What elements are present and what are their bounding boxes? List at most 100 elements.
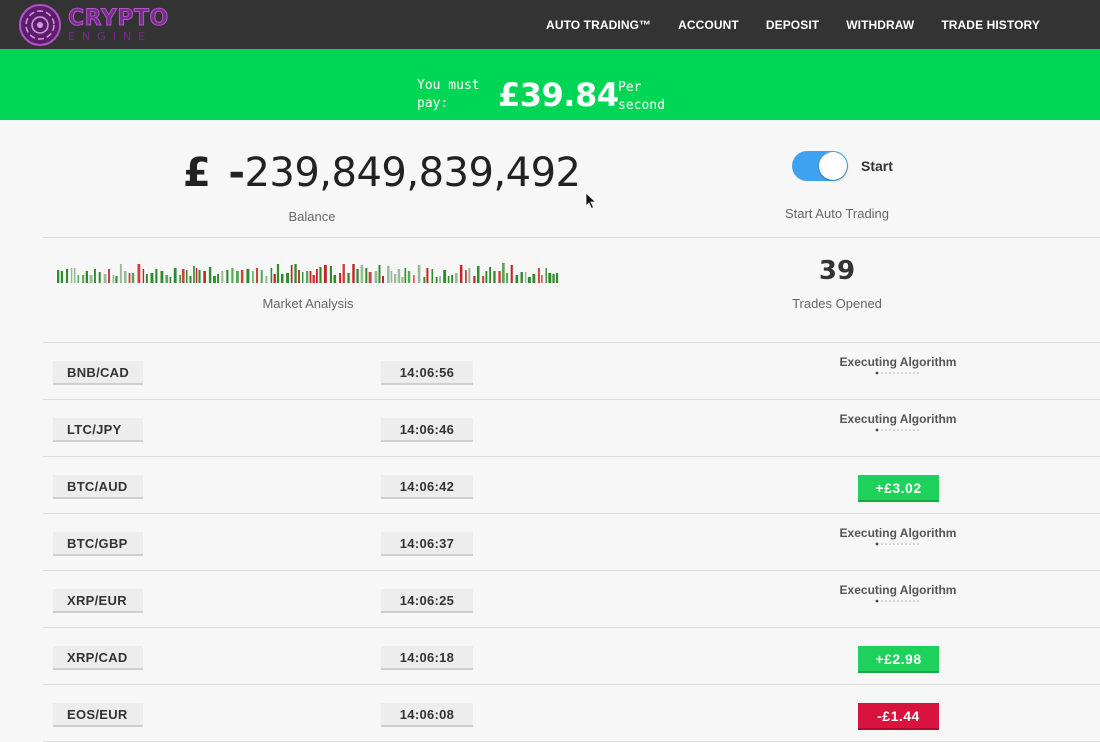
market-bar xyxy=(390,271,393,283)
trade-time: 14:06:42 xyxy=(381,475,473,499)
market-bar xyxy=(137,264,141,283)
menu-item-auto-trading[interactable]: AUTO TRADING™ xyxy=(546,18,651,32)
market-bar xyxy=(394,274,397,283)
market-bar xyxy=(312,275,315,283)
market-bar xyxy=(73,268,76,283)
market-bar xyxy=(498,271,501,283)
market-bar xyxy=(374,271,378,283)
market-bar xyxy=(502,263,505,283)
market-bar xyxy=(208,267,212,283)
balance-value-display: £ -239,849,839,492 xyxy=(183,150,581,196)
market-bar xyxy=(186,270,188,283)
market-bar xyxy=(181,269,185,283)
trades-opened-count: 39 xyxy=(818,256,856,286)
market-bar xyxy=(451,275,454,283)
market-bar xyxy=(165,275,169,283)
menu-item-withdraw[interactable]: WITHDRAW xyxy=(846,18,914,32)
menu-item-account[interactable]: ACCOUNT xyxy=(678,18,739,32)
loading-dots-icon xyxy=(875,599,919,603)
market-bar xyxy=(145,274,148,283)
banner-suffix: Per second xyxy=(618,80,665,113)
market-analysis-bars xyxy=(57,263,559,283)
menu-item-trade-history[interactable]: TRADE HISTORY xyxy=(941,18,1040,32)
balance-amount: 239,849,839,492 xyxy=(244,150,581,196)
market-bar xyxy=(70,268,73,283)
market-bar xyxy=(555,273,559,283)
market-bar xyxy=(276,264,280,283)
trade-row: BTC/AUD 14:06:42 +£3.02 xyxy=(43,457,1100,514)
market-bar xyxy=(510,265,513,283)
market-bar xyxy=(439,276,441,283)
market-bar xyxy=(309,271,312,283)
market-bar xyxy=(221,271,224,283)
trade-time: 14:06:08 xyxy=(381,703,473,727)
menu-item-deposit[interactable]: DEPOSIT xyxy=(766,18,819,32)
market-bar xyxy=(485,271,488,283)
trade-status-text: Executing Algorithm xyxy=(839,355,957,369)
toggle-label: Start xyxy=(861,158,893,174)
market-bar xyxy=(155,269,158,283)
market-bar xyxy=(329,266,332,283)
market-bar xyxy=(203,271,206,283)
trade-status: Executing Algorithm xyxy=(823,526,973,546)
market-bar xyxy=(319,267,322,283)
market-bar xyxy=(160,271,164,283)
auto-trading-toggle[interactable] xyxy=(792,151,848,181)
logo-title: CRYPTO xyxy=(68,6,169,31)
market-bar xyxy=(468,268,471,283)
market-bar xyxy=(404,268,407,283)
trade-result-badge: -£1.44 xyxy=(858,703,939,730)
trade-pair: XRP/EUR xyxy=(53,589,143,613)
market-bar xyxy=(477,266,480,283)
market-bar xyxy=(316,269,318,283)
loading-dots-icon xyxy=(875,542,919,546)
market-bar xyxy=(66,269,69,283)
market-bar xyxy=(455,273,458,283)
auto-trading-label: Start Auto Trading xyxy=(784,206,890,221)
pay-banner: You must pay: £39.84 Per second xyxy=(0,49,1100,120)
market-bar xyxy=(407,271,411,283)
market-bar xyxy=(413,275,415,283)
main-menu: AUTO TRADING™ ACCOUNT DEPOSIT WITHDRAW T… xyxy=(519,0,1040,49)
trade-status-text: Executing Algorithm xyxy=(839,526,957,540)
trade-status: Executing Algorithm xyxy=(823,583,973,603)
trade-time: 14:06:25 xyxy=(381,589,473,613)
market-bar xyxy=(443,270,447,283)
market-bar xyxy=(112,275,115,283)
market-bar xyxy=(378,265,381,283)
logo-subtitle: ENGINE xyxy=(68,30,153,43)
trade-row: BTC/GBP 14:06:37 Executing Algorithm xyxy=(43,514,1100,571)
banner-amount: £39.84 xyxy=(498,76,619,114)
market-bar xyxy=(356,269,359,283)
trade-pair: BTC/AUD xyxy=(53,475,143,499)
market-bar xyxy=(382,276,384,283)
market-bar xyxy=(179,275,181,283)
market-bar xyxy=(342,264,345,283)
trade-time: 14:06:56 xyxy=(381,361,473,385)
market-bar xyxy=(347,273,350,283)
market-bar xyxy=(226,270,229,283)
market-bar xyxy=(417,265,421,283)
top-nav: CRYPTO ENGINE AUTO TRADING™ ACCOUNT DEPO… xyxy=(0,0,1100,49)
logo[interactable]: CRYPTO ENGINE xyxy=(18,4,188,46)
market-bar xyxy=(431,269,434,283)
loading-dots-icon xyxy=(875,428,919,432)
market-bar xyxy=(198,270,201,283)
trade-status-text: Executing Algorithm xyxy=(839,412,957,426)
mouse-cursor-icon xyxy=(585,192,597,210)
trade-pair: EOS/EUR xyxy=(53,703,143,727)
market-bar xyxy=(447,276,450,283)
market-bar xyxy=(465,270,467,283)
trades-opened-label: Trades Opened xyxy=(792,296,882,311)
market-bar xyxy=(548,273,552,283)
market-bar xyxy=(352,264,355,283)
market-bar xyxy=(108,269,110,283)
trade-time: 14:06:18 xyxy=(381,646,473,670)
trade-row: XRP/EUR 14:06:25 Executing Algorithm xyxy=(43,571,1100,628)
market-bar xyxy=(270,268,273,283)
trade-status: Executing Algorithm xyxy=(823,355,973,375)
toggle-knob xyxy=(819,152,847,180)
market-bar xyxy=(193,266,195,283)
market-bar xyxy=(57,270,60,283)
market-bar xyxy=(489,267,492,283)
